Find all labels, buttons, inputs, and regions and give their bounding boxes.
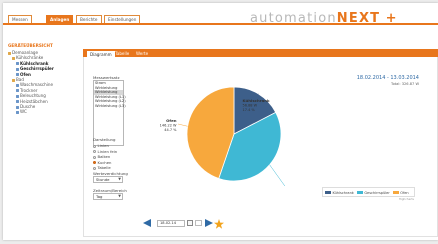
previous-arrow-icon[interactable]	[142, 219, 152, 228]
listbox-option[interactable]: Wirkleistung (L3)	[94, 104, 126, 109]
radio-label: Linien fein	[97, 148, 118, 154]
pie-connector	[177, 123, 188, 127]
tree-node-label: Trockner	[20, 87, 38, 93]
darstellung-label: Darstellung	[93, 137, 116, 142]
folder-icon	[12, 56, 15, 60]
legend-label: Geschirrspüler	[364, 190, 390, 195]
radio-dot[interactable]	[93, 144, 96, 148]
radio-dot[interactable]	[93, 166, 96, 170]
radio-option[interactable]: Linien	[93, 143, 109, 148]
listbox-items: Strom Wirkleistung Wirkleistung Wirkleistun…	[94, 81, 126, 109]
tab-werte[interactable]: Werte	[133, 50, 151, 57]
device-icon	[16, 94, 19, 98]
chevron-down-icon: ▼	[118, 194, 121, 198]
brand-logo-plus: +	[385, 11, 398, 26]
tab-anlagen[interactable]: Anlagen	[46, 15, 74, 23]
werteverdichtung-select[interactable]: Stunde ▼	[93, 176, 123, 183]
radio-option[interactable]: Balken	[93, 154, 110, 159]
legend-swatch	[356, 190, 363, 195]
brand-logo-bold: NEXT	[336, 11, 381, 26]
brand-logo: automationNEXT +	[250, 11, 398, 26]
zeitraum-select[interactable]: Tag ▼	[93, 193, 123, 200]
tree-node-label: WC	[20, 109, 27, 115]
view-tabs: Diagramm Tabelle Werte	[83, 49, 438, 57]
chart-credit: Highcharts	[398, 197, 414, 201]
legend-item[interactable]: Geschirrspüler	[356, 190, 390, 195]
radio-dot[interactable]	[93, 161, 96, 164]
total-text: Total: 326.87 W	[390, 82, 419, 86]
tree-node-label: Dusche	[20, 104, 36, 110]
tree-node-label: Bad	[16, 77, 24, 83]
pie-data-label: 44.7 %	[164, 128, 177, 132]
main-panel: Diagramm Tabelle Werte Messwertsatz Stro…	[83, 49, 438, 237]
legend-label: Kühlschrank	[332, 190, 354, 195]
pie-data-label: Kühlschrank	[243, 98, 271, 103]
tree-node[interactable]: WC	[8, 109, 76, 114]
next-arrow-icon[interactable]	[204, 219, 214, 228]
device-icon	[16, 110, 19, 114]
pie-chart: Kühlschrank56.88 W17.4 %Geschirrspüler12…	[160, 86, 286, 186]
pie-connector	[269, 164, 286, 186]
tab-tabelle[interactable]: Tabelle	[112, 50, 132, 57]
pie-data-label: 146.22 W	[160, 123, 177, 127]
top-navigation: Messen Anlagen Berichte Einstellungen au…	[3, 3, 438, 26]
tree-node-label: Waschmaschine	[20, 82, 53, 88]
device-icon	[16, 67, 19, 71]
tree-node-label: Ofen	[20, 71, 31, 77]
pie-data-label: Ofen	[166, 118, 177, 123]
device-icon	[16, 105, 19, 109]
tree-nodes: Demoanlage Kühlschränke Kühlschrank Geschir…	[8, 50, 76, 115]
legend-items: Kühlschrank Geschirrspüler Ofen	[325, 190, 412, 195]
radio-option[interactable]: Tabelle	[93, 165, 111, 170]
radio-label: Kuchen	[97, 159, 112, 165]
chart-content: Messwertsatz Strom Wirkleistung Wirkleistu…	[83, 57, 438, 237]
device-icon	[16, 89, 19, 93]
radio-label: Balken	[97, 154, 111, 159]
tab-einstellungen[interactable]: Einstellungen	[104, 15, 141, 23]
radio-label: Linien	[97, 143, 109, 148]
date-input[interactable]: 18.02.14	[157, 219, 185, 227]
star-icon[interactable]	[214, 218, 224, 229]
chevron-down-icon: ▼	[118, 177, 121, 181]
tree-node-label: Kühlschrank	[20, 60, 49, 66]
chart-legend: Kühlschrank Geschirrspüler Ofen	[322, 187, 415, 197]
tree-node-label: Beleuchtung	[20, 93, 46, 99]
legend-item[interactable]: Kühlschrank	[325, 191, 354, 195]
tree-heading: GERÄTEÜBERSICHT	[8, 43, 53, 48]
tab-berichte[interactable]: Berichte	[76, 15, 102, 23]
date-input-value: 18.02.14	[160, 220, 177, 225]
radio-option[interactable]: Kuchen	[93, 160, 111, 165]
device-icon	[16, 73, 19, 77]
brand-logo-text: automation	[250, 11, 337, 26]
chart-date-range: 18.02.2014 - 13.03.2014 Total: 326.87 W	[357, 75, 419, 86]
device-icon	[16, 100, 19, 104]
legend-swatch	[325, 190, 331, 195]
pie-data-label: 56.88 W	[243, 103, 258, 107]
legend-label: Ofen	[400, 190, 409, 195]
tree-node-label: Kühlschränke	[16, 55, 44, 61]
radio-label: Tabelle	[97, 165, 111, 170]
device-icon	[16, 62, 19, 66]
tree-node-label: Geschirrspüler	[20, 66, 54, 72]
date-option-box[interactable]	[195, 220, 202, 226]
folder-icon	[8, 51, 11, 55]
calendar-icon[interactable]	[187, 220, 193, 226]
radio-dot[interactable]	[93, 150, 96, 153]
app-window: Messen Anlagen Berichte Einstellungen au…	[3, 3, 438, 240]
tree-node-label: Demoanlage	[12, 50, 39, 55]
legend-swatch	[392, 190, 399, 195]
date-range-text: 18.02.2014 - 13.03.2014	[356, 75, 419, 81]
tree-node-label: Heizstäbchen	[20, 98, 48, 104]
radio-option[interactable]: Linien fein	[93, 149, 117, 154]
tab-messen[interactable]: Messen	[8, 15, 32, 23]
device-icon	[16, 83, 19, 87]
werteverdichtung-value: Stunde	[96, 177, 110, 182]
folder-icon	[12, 78, 15, 82]
zeitraum-value: Tag	[96, 194, 103, 199]
legend-item[interactable]: Ofen	[392, 190, 409, 195]
radio-dot[interactable]	[93, 155, 96, 159]
pie-data-label: 17.4 %	[243, 108, 256, 112]
device-tree: GERÄTEÜBERSICHT Demoanlage Kühlschränke Kü…	[8, 43, 76, 115]
